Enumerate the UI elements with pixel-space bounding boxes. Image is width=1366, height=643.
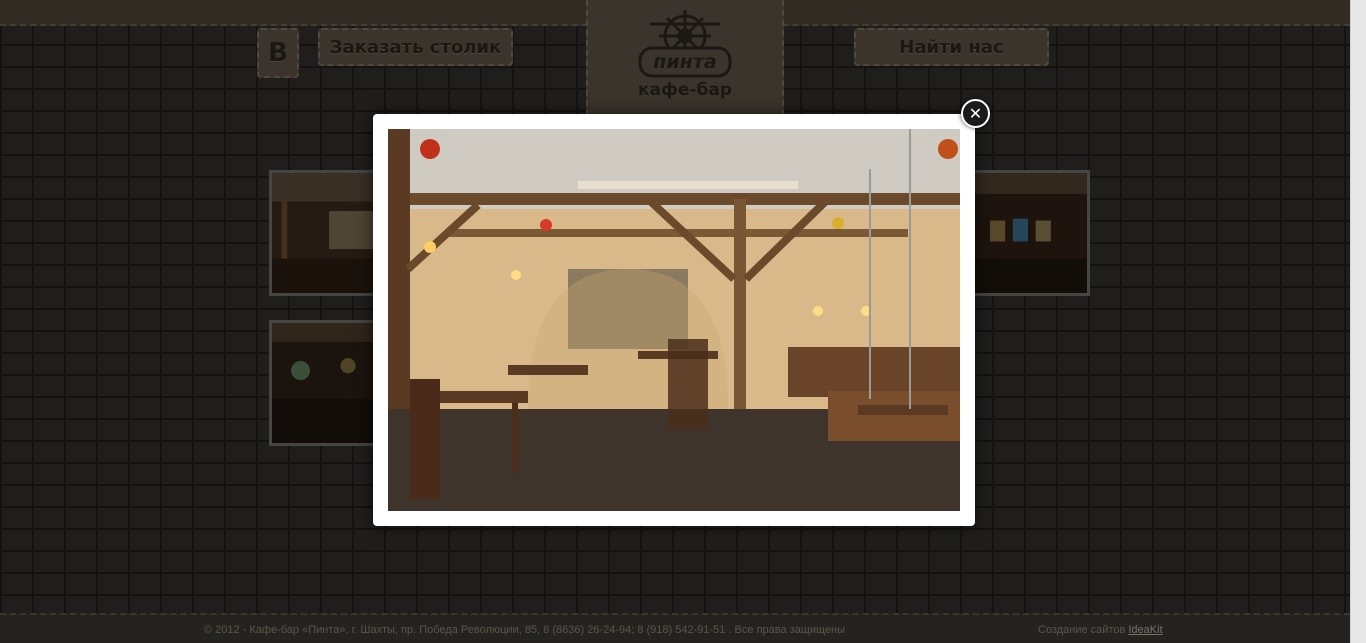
close-icon: ✕ <box>968 104 983 123</box>
page-scrollbar[interactable] <box>1350 0 1366 643</box>
lightbox-close-button[interactable]: ✕ <box>961 99 990 128</box>
lightbox-photo <box>388 129 960 511</box>
lightbox-modal <box>373 114 975 526</box>
restaurant-interior-photo-icon <box>388 129 960 511</box>
